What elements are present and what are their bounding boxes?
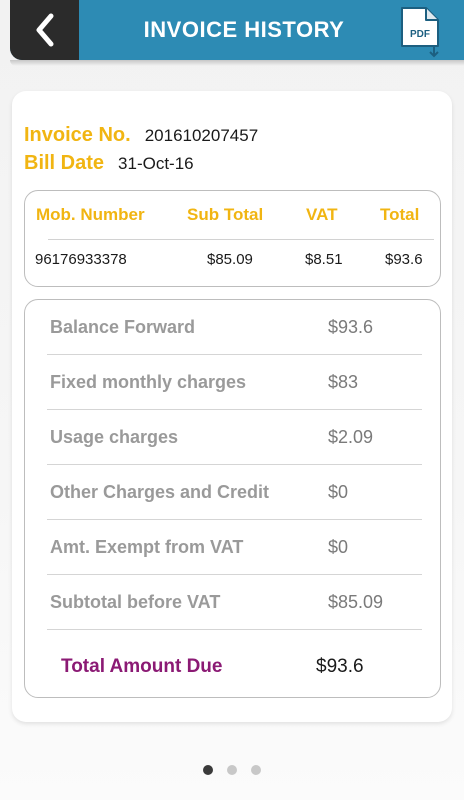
app-header: INVOICE HISTORY PDF xyxy=(0,0,464,66)
col-header-mob-number: Mob. Number xyxy=(36,205,145,224)
summary-header-row: Mob. Number Sub Total VAT Total xyxy=(25,205,440,229)
chevron-left-icon xyxy=(36,13,53,47)
charge-value: $83 xyxy=(328,372,359,392)
charge-label: Subtotal before VAT xyxy=(50,592,221,612)
bill-date-line: Bill Date 31-Oct-16 xyxy=(24,152,194,175)
summary-divider xyxy=(48,239,434,240)
invoice-card: Invoice No. 201610207457 Bill Date 31-Oc… xyxy=(12,91,452,722)
charge-row-usage: Usage charges $2.09 xyxy=(25,410,440,465)
total-amount-label: Total Amount Due xyxy=(61,656,223,677)
pdf-download-icon: PDF xyxy=(401,7,439,58)
col-header-sub-total: Sub Total xyxy=(187,205,264,224)
charge-label: Balance Forward xyxy=(50,317,196,337)
cell-mob-number: 96176933378 xyxy=(35,251,127,268)
bill-date-value: 31-Oct-16 xyxy=(118,154,194,173)
charge-label: Amt. Exempt from VAT xyxy=(50,537,244,557)
charge-value: $0 xyxy=(328,537,349,557)
cell-vat: $8.51 xyxy=(305,251,343,268)
summary-data-row: 96176933378 $85.09 $8.51 $93.6 xyxy=(25,251,440,275)
back-button[interactable] xyxy=(10,0,79,60)
charge-label: Usage charges xyxy=(50,427,179,447)
charges-table: Balance Forward $93.6 Fixed monthly char… xyxy=(24,299,441,698)
invoice-number-line: Invoice No. 201610207457 xyxy=(24,124,258,147)
charge-label: Other Charges and Credit xyxy=(50,482,270,502)
charge-value: $2.09 xyxy=(328,427,374,447)
page-indicator xyxy=(0,765,464,777)
page-dot-3[interactable] xyxy=(251,765,261,775)
charge-value: $93.6 xyxy=(328,317,374,337)
charge-value: $85.09 xyxy=(328,592,384,612)
charge-row-fixed-monthly: Fixed monthly charges $83 xyxy=(25,355,440,410)
charge-row-balance-forward: Balance Forward $93.6 xyxy=(25,300,440,355)
page-dot-1[interactable] xyxy=(203,765,213,775)
cell-total: $93.6 xyxy=(385,251,423,268)
summary-table: Mob. Number Sub Total VAT Total 96176933… xyxy=(24,190,441,287)
charge-divider xyxy=(47,629,422,630)
header-shadow xyxy=(10,60,464,66)
col-header-vat: VAT xyxy=(306,205,338,224)
page-dot-2[interactable] xyxy=(227,765,237,775)
charge-value: $0 xyxy=(328,482,349,502)
charge-label: Fixed monthly charges xyxy=(50,372,247,392)
invoice-number-value: 201610207457 xyxy=(144,126,259,145)
invoice-number-label: Invoice No. xyxy=(24,124,131,146)
charge-row-subtotal: Subtotal before VAT $85.09 xyxy=(25,575,440,630)
charge-row-exempt-vat: Amt. Exempt from VAT $0 xyxy=(25,520,440,575)
page-title: INVOICE HISTORY xyxy=(143,17,345,42)
pdf-label: PDF xyxy=(410,29,430,40)
bill-date-label: Bill Date xyxy=(24,152,105,174)
charge-row-other: Other Charges and Credit $0 xyxy=(25,465,440,520)
col-header-total: Total xyxy=(380,205,420,224)
cell-sub-total: $85.09 xyxy=(207,251,253,268)
pdf-download-button[interactable]: PDF xyxy=(398,6,444,58)
total-amount-value: $93.6 xyxy=(316,656,364,677)
